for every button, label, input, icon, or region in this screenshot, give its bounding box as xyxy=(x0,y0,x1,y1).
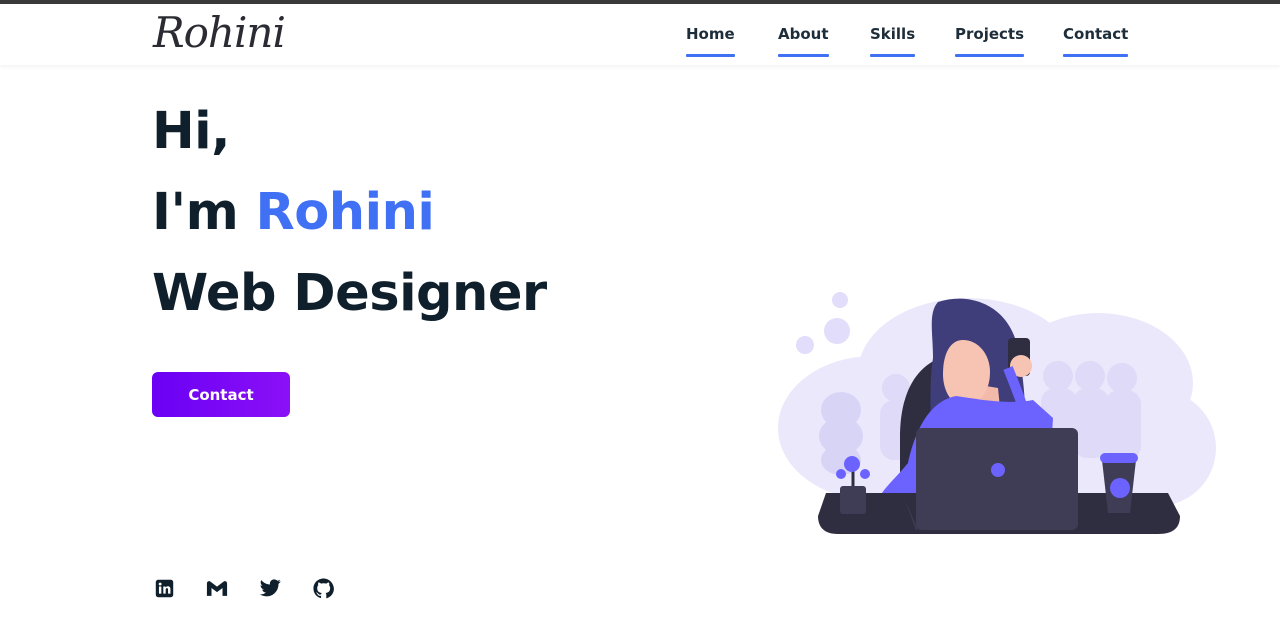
bubble-tiny xyxy=(796,336,814,354)
nav-projects-label: Projects xyxy=(955,25,1025,43)
site-header: Rohini Home About Skills Projects Contac… xyxy=(0,4,1280,65)
laptop xyxy=(904,428,1078,530)
nav-contact-label: Contact xyxy=(1063,25,1129,43)
hero-intro-prefix: I'm xyxy=(152,183,256,242)
main-nav: Home About Skills Projects Contact xyxy=(0,4,1280,65)
nav-home-underline xyxy=(686,54,735,57)
hero-illustration xyxy=(778,292,1216,534)
nav-skills-underline xyxy=(870,54,916,57)
twitter-icon xyxy=(259,579,281,597)
linkedin-icon xyxy=(155,579,173,597)
hero-intro: I'm Rohini xyxy=(152,183,435,243)
gmail-link[interactable] xyxy=(206,577,228,599)
bubble-small xyxy=(832,292,848,308)
twitter-link[interactable] xyxy=(259,577,281,599)
nav-contact-underline xyxy=(1063,54,1129,57)
hero-greeting: Hi, xyxy=(152,102,231,161)
nav-skills-label: Skills xyxy=(870,25,916,43)
nav-about-underline xyxy=(778,54,829,57)
nav-skills[interactable]: Skills xyxy=(870,25,916,57)
contact-button[interactable]: Contact xyxy=(152,372,290,417)
github-icon xyxy=(312,577,334,598)
nav-projects[interactable]: Projects xyxy=(955,25,1025,57)
hero-role: Web Designer xyxy=(152,264,547,323)
nav-home-label: Home xyxy=(686,25,735,43)
gmail-icon xyxy=(206,580,228,596)
bubble-medium xyxy=(824,318,850,344)
linkedin-link[interactable] xyxy=(153,577,175,599)
nav-projects-underline xyxy=(955,54,1025,57)
github-link[interactable] xyxy=(312,577,334,599)
nav-contact[interactable]: Contact xyxy=(1063,25,1129,57)
nav-home[interactable]: Home xyxy=(686,25,735,57)
nav-about[interactable]: About xyxy=(778,25,829,57)
nav-about-label: About xyxy=(778,25,829,43)
hero-name: Rohini xyxy=(255,183,435,242)
